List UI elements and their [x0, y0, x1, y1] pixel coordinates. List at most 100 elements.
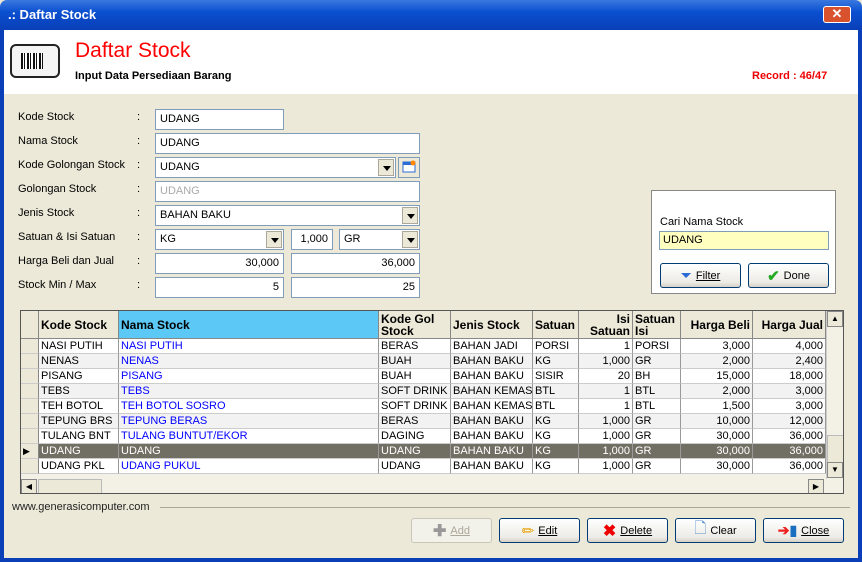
- grid-cell[interactable]: 20: [579, 369, 633, 384]
- grid-cell[interactable]: BTL: [533, 399, 579, 414]
- grid-cell[interactable]: 1,500: [681, 399, 753, 414]
- grid-cell[interactable]: BERAS: [379, 414, 451, 429]
- grid-cell[interactable]: TULANG BNT: [39, 429, 119, 444]
- grid-cell[interactable]: DAGING: [379, 429, 451, 444]
- grid-cell[interactable]: GR: [633, 354, 681, 369]
- grid-cell[interactable]: KG: [533, 414, 579, 429]
- grid-cell[interactable]: PISANG: [119, 369, 379, 384]
- kode-stock-input[interactable]: UDANG: [155, 109, 284, 130]
- column-header[interactable]: Harga Beli: [681, 311, 753, 339]
- grid-cell[interactable]: GR: [633, 429, 681, 444]
- grid-cell[interactable]: BAHAN BAKU: [451, 459, 533, 474]
- grid-cell[interactable]: SOFT DRINK: [379, 384, 451, 399]
- stock-max-input[interactable]: 25: [291, 277, 420, 298]
- grid-cell[interactable]: BAHAN BAKU: [451, 354, 533, 369]
- grid-cell[interactable]: 36,000: [753, 444, 826, 459]
- grid-cell[interactable]: 1,000: [579, 414, 633, 429]
- grid-cell[interactable]: 2,000: [681, 384, 753, 399]
- grid-cell[interactable]: 1,000: [579, 444, 633, 459]
- stock-min-input[interactable]: 5: [155, 277, 284, 298]
- grid-cell[interactable]: PORSI: [533, 339, 579, 354]
- grid-cell[interactable]: UDANG PKL: [39, 459, 119, 474]
- grid-cell[interactable]: 36,000: [753, 459, 826, 474]
- grid-cell[interactable]: 10,000: [681, 414, 753, 429]
- grid-cell[interactable]: NASI PUTIH: [119, 339, 379, 354]
- row-indicator[interactable]: [21, 414, 39, 429]
- chevron-down-icon[interactable]: [402, 231, 418, 248]
- grid-cell[interactable]: NENAS: [119, 354, 379, 369]
- grid-cell[interactable]: TEH BOTOL SOSRO: [119, 399, 379, 414]
- grid-cell[interactable]: 2,000: [681, 354, 753, 369]
- row-indicator[interactable]: [21, 369, 39, 384]
- grid-cell[interactable]: BAHAN BAKU: [451, 369, 533, 384]
- column-header[interactable]: Jenis Stock: [451, 311, 533, 339]
- column-header[interactable]: Satuan Isi: [633, 311, 681, 339]
- grid-cell[interactable]: PORSI: [633, 339, 681, 354]
- grid-cell[interactable]: KG: [533, 354, 579, 369]
- row-indicator[interactable]: [21, 429, 39, 444]
- grid-cell[interactable]: 18,000: [753, 369, 826, 384]
- done-button[interactable]: ✔ Done: [748, 263, 829, 288]
- grid-cell[interactable]: 1,000: [579, 459, 633, 474]
- grid-cell[interactable]: GR: [633, 459, 681, 474]
- grid-cell[interactable]: KG: [533, 444, 579, 459]
- row-indicator[interactable]: [21, 399, 39, 414]
- grid-cell[interactable]: 30,000: [681, 429, 753, 444]
- harga-jual-input[interactable]: 36,000: [291, 253, 420, 274]
- scroll-right-icon[interactable]: ▶: [808, 479, 824, 493]
- grid-cell[interactable]: 36,000: [753, 429, 826, 444]
- chevron-down-icon[interactable]: [378, 159, 394, 176]
- grid-cell[interactable]: 12,000: [753, 414, 826, 429]
- filter-button[interactable]: ⏷ Filter: [660, 263, 741, 288]
- grid-cell[interactable]: 1,000: [579, 429, 633, 444]
- grid-cell[interactable]: BUAH: [379, 369, 451, 384]
- grid-cell[interactable]: 2,400: [753, 354, 826, 369]
- grid-cell[interactable]: BUAH: [379, 354, 451, 369]
- row-indicator[interactable]: [21, 459, 39, 474]
- row-indicator[interactable]: [21, 354, 39, 369]
- satuan-select[interactable]: KG: [155, 229, 284, 250]
- grid-cell[interactable]: 1: [579, 384, 633, 399]
- grid-cell[interactable]: PISANG: [39, 369, 119, 384]
- grid-cell[interactable]: TULANG BUNTUT/EKOR: [119, 429, 379, 444]
- grid-cell[interactable]: 3,000: [681, 339, 753, 354]
- hscroll-thumb[interactable]: [38, 479, 102, 493]
- grid-cell[interactable]: BTL: [633, 384, 681, 399]
- grid-cell[interactable]: SOFT DRINK: [379, 399, 451, 414]
- grid-cell[interactable]: KG: [533, 459, 579, 474]
- kode-golongan-select[interactable]: UDANG: [155, 157, 396, 178]
- close-button[interactable]: ➔▮ Close: [763, 518, 844, 543]
- grid-cell[interactable]: UDANG: [379, 459, 451, 474]
- scroll-left-icon[interactable]: ◀: [21, 479, 37, 493]
- grid-cell[interactable]: 3,000: [753, 399, 826, 414]
- grid-cell[interactable]: 1: [579, 339, 633, 354]
- chevron-down-icon[interactable]: [402, 207, 418, 224]
- grid-cell[interactable]: 4,000: [753, 339, 826, 354]
- column-header[interactable]: Isi Satuan: [579, 311, 633, 339]
- add-button[interactable]: ✚ Add: [411, 518, 492, 543]
- delete-button[interactable]: ✖ Delete: [587, 518, 668, 543]
- grid-cell[interactable]: UDANG: [379, 444, 451, 459]
- grid-cell[interactable]: BTL: [533, 384, 579, 399]
- lookup-golongan-button[interactable]: [398, 157, 420, 178]
- chevron-down-icon[interactable]: [266, 231, 282, 248]
- grid-cell[interactable]: 15,000: [681, 369, 753, 384]
- grid-cell[interactable]: BTL: [633, 399, 681, 414]
- grid-cell[interactable]: TEBS: [39, 384, 119, 399]
- grid-cell[interactable]: BAHAN BAKU: [451, 414, 533, 429]
- grid-cell[interactable]: BAHAN KEMAS: [451, 399, 533, 414]
- grid-cell[interactable]: NASI PUTIH: [39, 339, 119, 354]
- grid-cell[interactable]: TEBS: [119, 384, 379, 399]
- vertical-scrollbar[interactable]: ▲ ▼: [826, 311, 843, 479]
- nama-stock-input[interactable]: UDANG: [155, 133, 420, 154]
- window-close-button[interactable]: ✕: [823, 6, 851, 23]
- column-header[interactable]: Kode Gol Stock: [379, 311, 451, 339]
- column-header[interactable]: Satuan: [533, 311, 579, 339]
- grid-cell[interactable]: 1,000: [579, 354, 633, 369]
- column-header[interactable]: Harga Jual: [753, 311, 826, 339]
- grid-cell[interactable]: BAHAN BAKU: [451, 444, 533, 459]
- grid-cell[interactable]: 1: [579, 399, 633, 414]
- grid-cell[interactable]: 30,000: [681, 444, 753, 459]
- grid-cell[interactable]: GR: [633, 414, 681, 429]
- grid-cell[interactable]: KG: [533, 429, 579, 444]
